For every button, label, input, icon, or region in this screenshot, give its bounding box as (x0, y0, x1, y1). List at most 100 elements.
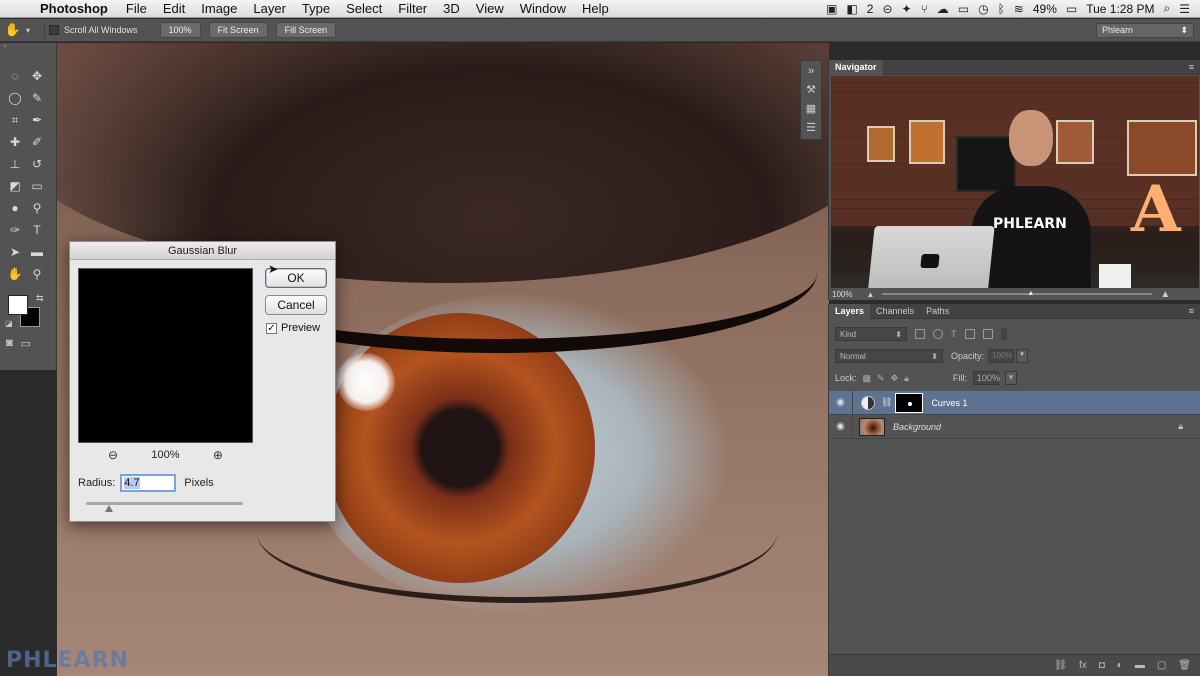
dodge-tool-icon[interactable]: ⚲ (26, 197, 48, 219)
layer-row-background[interactable]: ◉ Background 🔒︎ (829, 414, 1200, 439)
marquee-tool-icon[interactable]: ◌ (4, 65, 26, 87)
add-mask-icon[interactable]: ◘ (1099, 660, 1105, 671)
navigator-zoom[interactable]: 100% (832, 290, 852, 299)
menu-filter[interactable]: Filter (390, 0, 435, 18)
preview-checkbox[interactable]: ✓ (266, 322, 277, 334)
healing-brush-tool-icon[interactable]: ✚ (4, 131, 26, 153)
pixel-filter-icon[interactable] (915, 329, 925, 339)
fit-screen-button[interactable]: Fit Screen (208, 22, 268, 38)
zoom-tool-icon[interactable]: ⚲ (26, 263, 48, 285)
battery-icon[interactable]: ▭ (1066, 2, 1077, 16)
menu-layer[interactable]: Layer (245, 0, 294, 18)
blur-preview-pane[interactable] (78, 268, 253, 443)
lock-all-icon[interactable]: 🔒︎ (904, 373, 909, 384)
menu-file[interactable]: File (118, 0, 155, 18)
link-layers-icon[interactable]: ⛓ (1054, 660, 1067, 671)
type-filter-icon[interactable]: T (951, 329, 957, 339)
pen-tool-icon[interactable]: ✑ (4, 219, 26, 241)
clock[interactable]: Tue 1:28 PM (1086, 2, 1154, 16)
tab-channels[interactable]: Channels (870, 304, 920, 319)
blend-mode-dropdown[interactable]: Normal ⬍ (835, 349, 943, 363)
app-menu[interactable]: Photoshop (34, 0, 118, 18)
lock-pixels-icon[interactable]: ✎ (877, 373, 885, 384)
new-group-icon[interactable]: ▬ (1135, 660, 1145, 671)
brush-tool-icon[interactable]: ✐ (26, 131, 48, 153)
menu-edit[interactable]: Edit (155, 0, 193, 18)
scroll-all-checkbox[interactable] (49, 25, 59, 35)
foreground-color-swatch[interactable] (8, 295, 28, 315)
eraser-tool-icon[interactable]: ◩ (4, 175, 26, 197)
new-adjustment-icon[interactable]: ◐ (1117, 660, 1123, 671)
quick-mask-icon[interactable]: ◙ (6, 337, 13, 350)
hand-tool-icon[interactable]: ✋ (4, 263, 26, 285)
fill-screen-button[interactable]: Fill Screen (275, 22, 337, 38)
fork-icon[interactable]: ⑂ (921, 2, 928, 16)
screen-icon[interactable]: ◧ (846, 2, 857, 16)
workspace-dropdown[interactable]: Phlearn ⬍ (1096, 22, 1194, 38)
navigator-thumbnail[interactable]: A PHLEARN (831, 76, 1199, 288)
menu-select[interactable]: Select (338, 0, 390, 18)
smart-object-filter-icon[interactable] (982, 329, 993, 339)
layer-name[interactable]: Background (893, 422, 941, 432)
fill-dropdown-icon[interactable]: ▾ (1004, 371, 1017, 385)
path-select-tool-icon[interactable]: ➤ (4, 241, 26, 263)
gradient-tool-icon[interactable]: ▭ (26, 175, 48, 197)
radius-input[interactable]: 4.7 (120, 474, 177, 492)
menu-3d[interactable]: 3D (435, 0, 468, 18)
opacity-dropdown-icon[interactable]: ▾ (1016, 349, 1029, 363)
panel-menu-icon[interactable]: ≡ (1189, 306, 1194, 316)
blur-tool-icon[interactable]: ● (4, 197, 26, 219)
move-tool-icon[interactable]: ✥ (26, 65, 48, 87)
panel-menu-icon[interactable]: ≡ (1189, 62, 1194, 72)
history-panel-icon[interactable]: ⚒ (806, 83, 816, 96)
tab-layers[interactable]: Layers (829, 303, 871, 319)
shape-filter-icon[interactable] (964, 329, 975, 339)
menu-image[interactable]: Image (193, 0, 245, 18)
radius-slider-knob[interactable] (105, 505, 113, 512)
type-tool-icon[interactable]: T (26, 219, 48, 241)
layer-mask-thumbnail[interactable] (895, 392, 924, 413)
wifi-icon[interactable]: ≋ (1014, 2, 1024, 16)
tool-preset-chevron-icon[interactable]: ▾ (26, 26, 40, 35)
history-brush-tool-icon[interactable]: ↺ (26, 153, 48, 175)
time-machine-icon[interactable]: ◷ (978, 2, 988, 16)
dock-grip-icon[interactable]: » (808, 65, 814, 77)
zoom-out-icon[interactable]: ⊖ (108, 448, 118, 462)
notifications-icon[interactable]: ☰ (1179, 2, 1190, 16)
adjustment-filter-icon[interactable] (933, 329, 943, 339)
lasso-tool-icon[interactable]: ◯ (4, 87, 26, 109)
layer-row-curves[interactable]: ◉ ⛓ Curves 1 (829, 390, 1200, 415)
hand-tool-icon[interactable]: ✋ (0, 22, 26, 38)
sync-icon[interactable]: ⊝ (882, 2, 892, 16)
layer-style-icon[interactable]: fx (1079, 660, 1087, 671)
adjustments-panel-icon[interactable]: ☰ (806, 121, 816, 134)
zoom-100-button[interactable]: 100% (159, 22, 201, 38)
bluetooth-icon[interactable]: ᛒ (998, 2, 1005, 16)
menu-view[interactable]: View (468, 0, 512, 18)
filter-kind-dropdown[interactable]: Kind ⬍ (835, 327, 907, 341)
zoom-in-icon[interactable]: ⊕ (213, 448, 223, 462)
menu-type[interactable]: Type (294, 0, 338, 18)
crop-tool-icon[interactable]: ⌗ (4, 109, 26, 131)
quick-select-tool-icon[interactable]: ✎ (26, 87, 48, 109)
stamp-tool-icon[interactable]: ⊥ (4, 153, 26, 175)
shape-tool-icon[interactable]: ▬ (26, 241, 48, 263)
zoom-out-mountain-icon[interactable]: ▲ (866, 290, 874, 299)
slider-knob-icon[interactable]: ▲ (1027, 290, 1034, 297)
search-icon[interactable]: ⌕ (1164, 1, 1171, 16)
cancel-button[interactable]: Cancel (265, 295, 327, 315)
lock-transparency-icon[interactable]: ▩ (863, 373, 872, 384)
tab-navigator[interactable]: Navigator (829, 59, 883, 75)
preview-checkbox-row[interactable]: ✓ Preview (266, 322, 320, 334)
default-colors-icon[interactable]: ◪ (5, 319, 13, 328)
menu-window[interactable]: Window (512, 0, 574, 18)
lock-position-icon[interactable]: ✥ (891, 373, 899, 384)
menu-help[interactable]: Help (574, 0, 617, 18)
camera-icon[interactable]: ▣ (826, 2, 837, 16)
fill-input[interactable]: 100% (972, 371, 1000, 385)
properties-panel-icon[interactable]: ▦ (806, 102, 816, 115)
layer-name[interactable]: Curves 1 (931, 398, 967, 408)
new-layer-icon[interactable]: ▢ (1157, 660, 1166, 671)
airplay-icon[interactable]: ▭ (958, 2, 969, 16)
dropbox-icon[interactable]: ✦ (902, 2, 912, 16)
